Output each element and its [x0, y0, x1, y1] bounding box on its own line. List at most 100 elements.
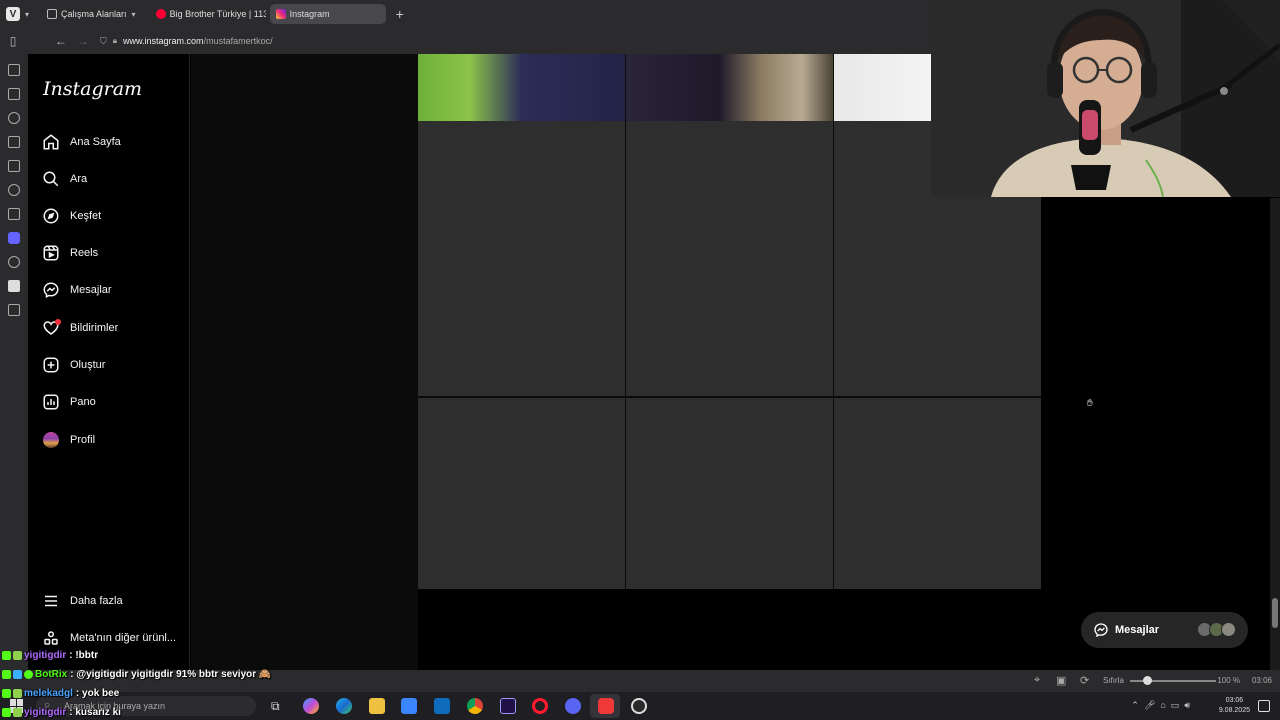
bookmark-icon[interactable]: [8, 64, 20, 76]
notification-center-icon[interactable]: [1258, 700, 1270, 712]
nav-more[interactable]: Daha fazla: [42, 589, 123, 613]
verified-badge-icon: [24, 670, 33, 679]
nav-home[interactable]: Ana Sayfa: [42, 130, 121, 154]
store-icon[interactable]: [401, 698, 417, 714]
nav-label: Mesajlar: [70, 284, 112, 296]
avatar: [1221, 622, 1236, 637]
copilot-icon[interactable]: [303, 698, 319, 714]
nav-create[interactable]: Oluştur: [42, 353, 105, 377]
system-tray[interactable]: ⌃ 🎤︎ ⌂ ▭ 🔊︎: [1131, 700, 1190, 711]
nav-search[interactable]: Ara: [42, 167, 87, 191]
wikipedia-icon[interactable]: [8, 280, 20, 292]
stream-chat-overlay: yigitigdir : !bbtr BotRix : @yigitigdir …: [2, 646, 302, 720]
chart-icon: [42, 393, 60, 411]
search-icon: [42, 170, 60, 188]
page-scrollbar[interactable]: [1270, 198, 1280, 670]
outlook-icon[interactable]: [434, 698, 450, 714]
nav-profile[interactable]: Profil: [42, 428, 95, 452]
page-actions-icon[interactable]: ⟳: [1080, 674, 1089, 687]
mastodon-icon[interactable]: [8, 232, 20, 244]
nav-notifications[interactable]: Bildirimler: [42, 316, 118, 340]
kick-badge-icon: [2, 670, 11, 679]
nav-label: Oluştur: [70, 359, 106, 371]
conversation-avatars: [1197, 622, 1236, 637]
kick-badge-icon: [2, 689, 11, 698]
url-field[interactable]: ⛉ 🔒︎ www.instagram.com/mustafamertkoc/: [100, 36, 273, 47]
nav-reels[interactable]: Reels: [42, 241, 98, 265]
webcam-person-image: [931, 0, 1280, 197]
post-thumbnail[interactable]: [418, 54, 625, 121]
kick-badge-icon: [2, 708, 11, 717]
post-thumbnail[interactable]: [834, 54, 931, 121]
zoom-reset-label[interactable]: Sıfırla: [1103, 676, 1124, 685]
messages-label: Mesajlar: [1115, 624, 1160, 636]
chevron-down-icon[interactable]: ▾: [25, 10, 29, 19]
taskbar-time: 03:06: [1225, 697, 1244, 704]
premiere-icon[interactable]: [500, 698, 516, 714]
post-placeholder[interactable]: [418, 121, 625, 396]
grid-footer-area: [418, 589, 874, 670]
url-host: www.instagram.com: [123, 36, 204, 46]
tab-label: Instagram: [289, 9, 330, 19]
discord-icon[interactable]: [565, 698, 581, 714]
post-thumbnail[interactable]: [626, 54, 833, 121]
new-tab-button[interactable]: +: [396, 6, 404, 22]
nav-label: Daha fazla: [70, 595, 123, 607]
file-explorer-icon[interactable]: [369, 698, 385, 714]
translate-icon[interactable]: [8, 160, 20, 172]
forward-icon[interactable]: →: [72, 34, 94, 48]
heart-icon: [42, 319, 61, 337]
nav-dashboard[interactable]: Pano: [42, 390, 96, 414]
profile-posts-grid: [191, 54, 1041, 670]
post-placeholder[interactable]: [626, 121, 833, 396]
zoom-level: 100 %: [1217, 676, 1240, 685]
web-panel-icon[interactable]: [8, 256, 20, 268]
taskbar-clock[interactable]: 03:06 9.08.2025: [1219, 696, 1250, 716]
download-icon[interactable]: [8, 88, 20, 100]
nav-label: Keşfet: [70, 210, 102, 222]
instagram-sidebar: Instagram Ana Sayfa Ara Keşfet Reels Mes…: [28, 54, 190, 670]
scrollbar-thumb[interactable]: [1272, 598, 1278, 628]
vivaldi-icon[interactable]: [598, 698, 614, 714]
chat-text: : yok bee: [75, 688, 120, 699]
subscriber-badge-icon: [13, 708, 22, 717]
add-panel-icon[interactable]: [8, 304, 20, 316]
nav-label: Ara: [70, 173, 88, 185]
chat-username: yigitigdir: [24, 707, 67, 718]
tab-workspaces[interactable]: Çalışma Alanları ▾: [41, 4, 142, 24]
nav-label: Pano: [70, 396, 96, 408]
window-panel-icon[interactable]: [8, 208, 20, 220]
history-icon[interactable]: [8, 112, 20, 124]
tiling-icon[interactable]: ▣: [1056, 674, 1066, 687]
messenger-icon: [42, 281, 60, 299]
lock-icon: 🔒︎: [112, 36, 118, 45]
back-icon[interactable]: ←: [50, 34, 72, 48]
instagram-icon: [275, 9, 286, 19]
messages-floating-button[interactable]: Mesajlar: [1081, 612, 1248, 648]
tab-big-brother[interactable]: Big Brother Türkiye | 113. B: [150, 4, 266, 24]
post-placeholder[interactable]: [418, 398, 625, 589]
edge-icon[interactable]: [336, 698, 352, 714]
status-clock: 03:06: [1251, 676, 1272, 685]
zoom-slider-knob[interactable]: [1143, 676, 1152, 685]
tab-label: Çalışma Alanları: [61, 9, 127, 19]
obs-icon[interactable]: [631, 698, 647, 714]
nav-label: Meta'nın diğer ürünl...: [70, 632, 177, 644]
post-placeholder[interactable]: [626, 398, 833, 589]
chat-text: : @yigitigdir yigitigdir 91% bbtr seviyo…: [70, 669, 272, 680]
chevron-down-icon[interactable]: ▾: [132, 10, 136, 19]
instagram-logo[interactable]: Instagram: [43, 78, 142, 100]
capture-icon[interactable]: ⌖: [1034, 674, 1040, 687]
tab-instagram[interactable]: Instagram: [269, 4, 386, 24]
vivaldi-menu-icon[interactable]: V: [6, 7, 20, 21]
notes-icon[interactable]: [8, 136, 20, 148]
chrome-icon[interactable]: [467, 698, 483, 714]
nav-explore[interactable]: Keşfet: [42, 204, 101, 228]
reading-list-icon[interactable]: [8, 184, 20, 196]
stack-icon: [47, 9, 58, 19]
opera-icon[interactable]: [532, 698, 548, 714]
chat-text: : kusarız ki: [69, 707, 121, 718]
nav-messages[interactable]: Mesajlar: [42, 278, 112, 302]
panel-toggle-icon[interactable]: ▯: [2, 34, 24, 48]
post-placeholder[interactable]: [834, 398, 1041, 589]
